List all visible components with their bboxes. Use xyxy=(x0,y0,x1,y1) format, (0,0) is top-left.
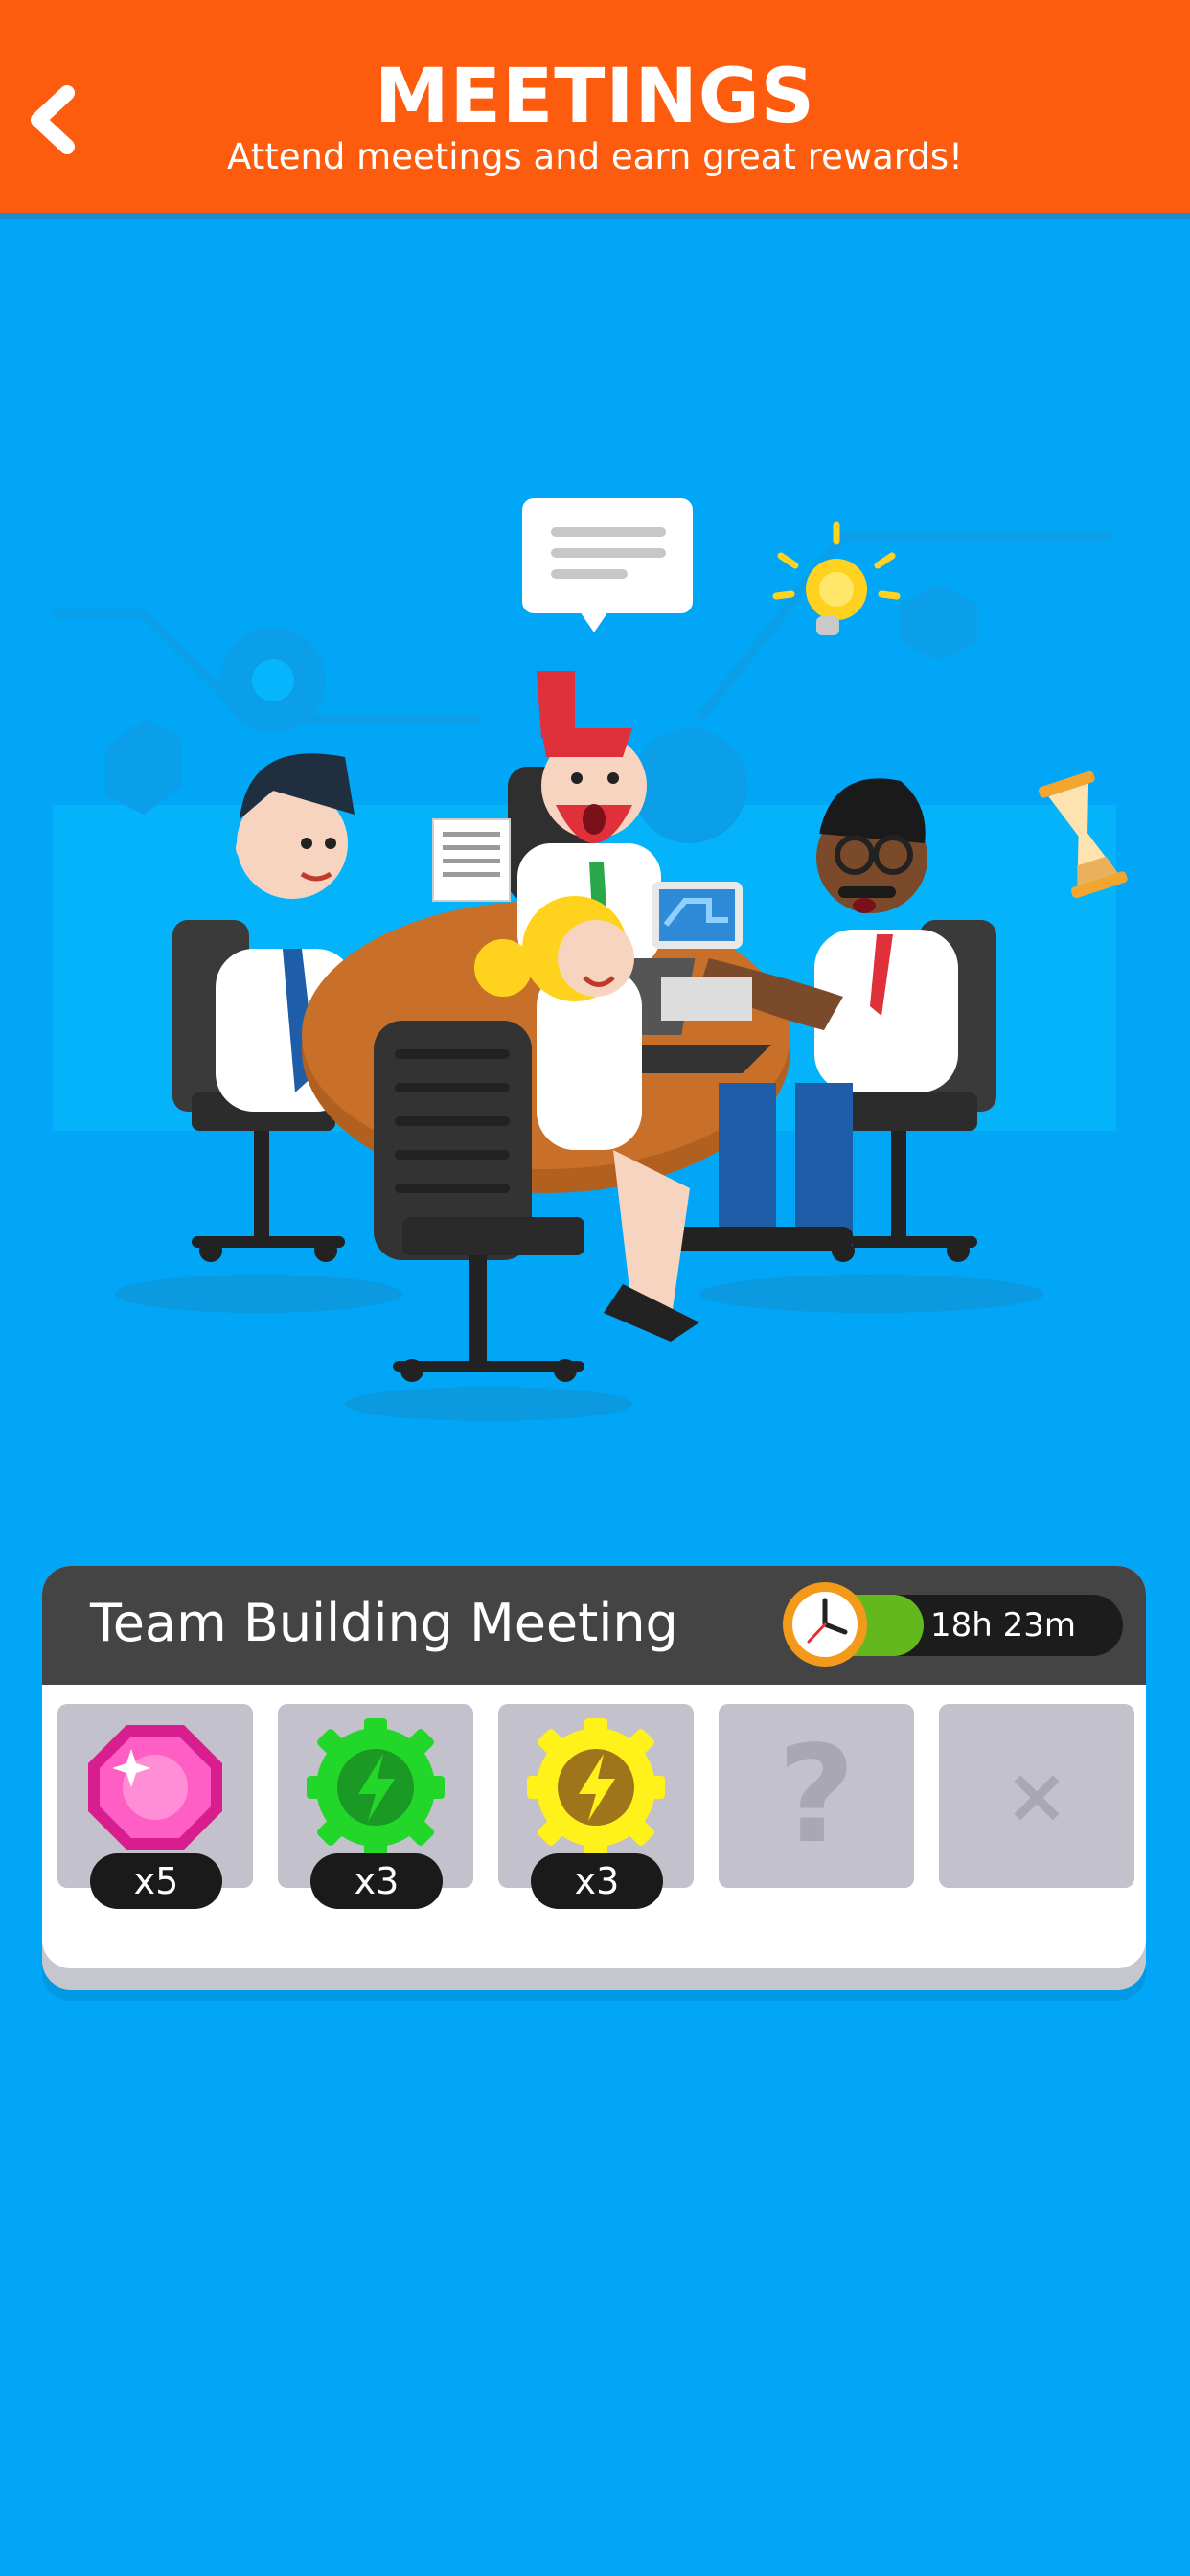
speech-bubble-icon xyxy=(522,498,693,632)
reward-quantity: x3 xyxy=(531,1853,663,1909)
clock-icon xyxy=(783,1582,867,1667)
page-subtitle: Attend meetings and earn great rewards! xyxy=(227,136,963,177)
tablet-icon xyxy=(652,882,743,949)
reward-slot[interactable]: x5 xyxy=(57,1704,253,1909)
yellow-lightning-gear-icon xyxy=(527,1718,665,1856)
reward-quantity: x5 xyxy=(90,1853,222,1909)
meeting-card-header: Team Building Meeting 18h 23m xyxy=(42,1566,1146,1685)
reward-slot-locked[interactable]: ? xyxy=(719,1704,914,1888)
reward-slot[interactable]: x3 xyxy=(498,1704,694,1909)
close-x-icon: × xyxy=(1004,1751,1069,1840)
header-bar: MEETINGS Attend meetings and earn great … xyxy=(0,0,1190,213)
meeting-illustration xyxy=(53,498,1128,1421)
pink-gem-icon xyxy=(88,1725,222,1850)
light-bulb-icon xyxy=(772,521,901,635)
meeting-title: Team Building Meeting xyxy=(90,1593,678,1653)
green-lightning-gear-icon xyxy=(307,1718,445,1856)
page-title: MEETINGS xyxy=(375,54,815,140)
meeting-card[interactable]: Team Building Meeting 18h 23m x5 x3 x3 ?… xyxy=(42,1566,1146,1968)
document-icon xyxy=(432,818,511,902)
question-mark-icon: ? xyxy=(777,1717,856,1874)
reward-slot[interactable]: x3 xyxy=(278,1704,473,1909)
reward-slot-empty[interactable]: × xyxy=(939,1704,1134,1888)
reward-quantity: x3 xyxy=(310,1853,443,1909)
